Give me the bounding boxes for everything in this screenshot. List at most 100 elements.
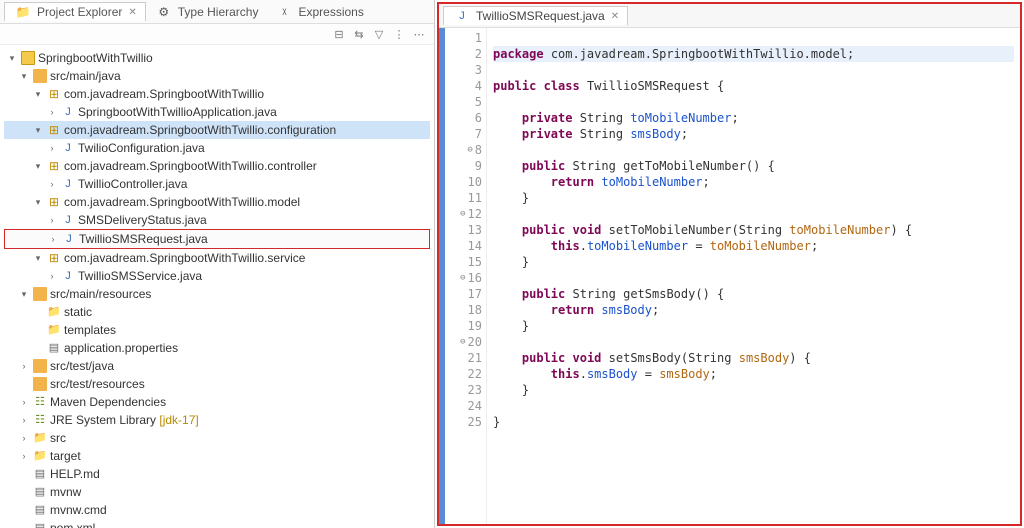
file-icon: ▤ [33,485,47,499]
view-menu-icon[interactable]: ⋮ [392,27,406,41]
fold-icon[interactable]: ⊖ [458,273,466,283]
file-label: mvnw.cmd [50,501,107,519]
tree-src-test-resources[interactable]: src/test/resources [4,375,430,393]
close-icon[interactable]: ✕ [611,11,619,22]
tree-package-service[interactable]: ▾ ⊞ com.javadream.SpringbootWithTwillio.… [4,249,430,267]
code-area[interactable]: package com.javadream.SpringbootWithTwil… [487,28,1020,524]
chevron-right-icon[interactable]: › [18,393,30,411]
source-folder-icon [33,359,47,373]
file-label: TwillioController.java [78,175,187,193]
tree-file-appprops[interactable]: ▤ application.properties [4,339,430,357]
fold-icon[interactable]: ⊖ [458,209,466,219]
folder-label: target [50,447,81,465]
folder-label: static [64,303,92,321]
chevron-down-icon[interactable]: ▾ [32,121,44,139]
package-label: com.javadream.SpringbootWithTwillio.cont… [64,157,317,175]
package-icon: ⊞ [47,251,61,265]
package-label: com.javadream.SpringbootWithTwillio.conf… [64,121,336,139]
chevron-right-icon[interactable]: › [18,411,30,429]
project-icon [21,51,35,65]
tree-folder-templates[interactable]: 📁 templates [4,321,430,339]
tree-file-mvnw[interactable]: ▤ mvnw [4,483,430,501]
chevron-right-icon[interactable]: › [46,267,58,285]
filter-icon[interactable]: ▽ [372,27,386,41]
source-folder-icon [33,377,47,391]
tree-project-root[interactable]: ▾ SpringbootWithTwillio [4,49,430,67]
chevron-right-icon[interactable]: › [46,175,58,193]
fold-icon[interactable]: ⊖ [465,145,473,155]
project-explorer-panel: 📁 Project Explorer ✕ ⚙ Type Hierarchy ᵡ … [0,0,435,528]
tab-type-hierarchy[interactable]: ⚙ Type Hierarchy [146,3,267,21]
file-label: TwillioSMSService.java [78,267,202,285]
java-file-icon: J [61,105,75,119]
chevron-right-icon[interactable]: › [18,357,30,375]
tree-package-controller[interactable]: ▾ ⊞ com.javadream.SpringbootWithTwillio.… [4,157,430,175]
tree-package-config[interactable]: ▾ ⊞ com.javadream.SpringbootWithTwillio.… [4,121,430,139]
project-label: SpringbootWithTwillio [38,49,153,67]
tab-expressions[interactable]: ᵡ Expressions [266,3,371,21]
chevron-down-icon[interactable]: ▾ [18,285,30,303]
package-icon: ⊞ [47,87,61,101]
tree-file-app[interactable]: › J SpringbootWithTwillioApplication.jav… [4,103,430,121]
folder-label: JRE System Library [jdk-17] [50,411,199,429]
chevron-right-icon[interactable]: › [18,429,30,447]
tree-package-model[interactable]: ▾ ⊞ com.javadream.SpringbootWithTwillio.… [4,193,430,211]
tree-folder-static[interactable]: 📁 static [4,303,430,321]
file-label: SpringbootWithTwillioApplication.java [78,103,277,121]
package-icon: ⊞ [47,195,61,209]
editor-tab-smsrequest[interactable]: J TwillioSMSRequest.java ✕ [443,6,628,25]
chevron-down-icon[interactable]: ▾ [32,85,44,103]
chevron-right-icon[interactable]: › [46,211,58,229]
file-label: TwillioSMSRequest.java [79,230,208,248]
chevron-down-icon[interactable]: ▾ [18,67,30,85]
editor-body[interactable]: 1 2 3 4 5 6 7 ⊖8 9 10 11 ⊖12 13 14 15 ⊖1… [439,28,1020,524]
tree-file-config[interactable]: › J TwilioConfiguration.java [4,139,430,157]
tab-project-explorer[interactable]: 📁 Project Explorer ✕ [4,2,146,21]
folder-icon: 📁 [47,323,61,337]
minimize-icon[interactable]: ⋯ [412,27,426,41]
collapse-all-icon[interactable]: ⊟ [332,27,346,41]
chevron-right-icon[interactable]: › [46,103,58,121]
link-editor-icon[interactable]: ⇆ [352,27,366,41]
tree-maven-deps[interactable]: › ☷ Maven Dependencies [4,393,430,411]
tree-src-main-resources[interactable]: ▾ src/main/resources [4,285,430,303]
chevron-right-icon[interactable]: › [18,447,30,465]
package-label: com.javadream.SpringbootWithTwillio [64,85,264,103]
tree-src-folder[interactable]: › 📁 src [4,429,430,447]
tree-file-pom[interactable]: ▤ pom.xml [4,519,430,528]
library-icon: ☷ [33,413,47,427]
tree-file-smsservice[interactable]: › J TwillioSMSService.java [4,267,430,285]
file-label: application.properties [64,339,178,357]
chevron-down-icon[interactable]: ▾ [6,49,18,67]
tree-jre[interactable]: › ☷ JRE System Library [jdk-17] [4,411,430,429]
tab-label: Expressions [298,5,363,19]
chevron-right-icon[interactable]: › [47,230,59,248]
tree-file-controller[interactable]: › J TwillioController.java [4,175,430,193]
folder-label: src/test/resources [50,375,145,393]
fold-icon[interactable]: ⊖ [458,337,466,347]
chevron-down-icon[interactable]: ▾ [32,193,44,211]
explorer-toolbar: ⊟ ⇆ ▽ ⋮ ⋯ [0,24,434,45]
chevron-down-icon[interactable]: ▾ [32,249,44,267]
tree-file-smsrequest[interactable]: › J TwillioSMSRequest.java [4,229,430,249]
editor-tab-label: TwillioSMSRequest.java [476,9,605,23]
project-tree[interactable]: ▾ SpringbootWithTwillio ▾ src/main/java … [0,45,434,528]
tree-file-smsdelivery[interactable]: › J SMSDeliveryStatus.java [4,211,430,229]
tree-package-base[interactable]: ▾ ⊞ com.javadream.SpringbootWithTwillio [4,85,430,103]
tree-src-main-java[interactable]: ▾ src/main/java [4,67,430,85]
tree-file-help[interactable]: ▤ HELP.md [4,465,430,483]
chevron-right-icon[interactable]: › [46,139,58,157]
java-file-icon: J [61,177,75,191]
file-label: TwilioConfiguration.java [78,139,205,157]
java-file-icon: J [455,9,469,23]
java-file-icon: J [61,213,75,227]
file-icon: ▤ [33,503,47,517]
tree-file-mvnwcmd[interactable]: ▤ mvnw.cmd [4,501,430,519]
source-folder-icon [33,69,47,83]
tree-src-test-java[interactable]: › src/test/java [4,357,430,375]
chevron-down-icon[interactable]: ▾ [32,157,44,175]
close-icon[interactable]: ✕ [128,7,136,18]
file-label: mvnw [50,483,81,501]
java-file-icon: J [61,141,75,155]
tree-target-folder[interactable]: › 📁 target [4,447,430,465]
